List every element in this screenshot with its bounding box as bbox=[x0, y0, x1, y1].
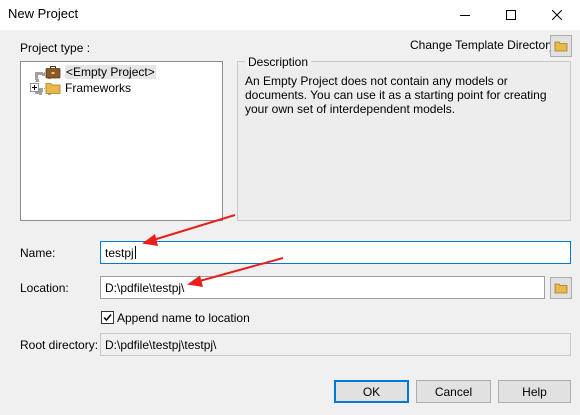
cancel-button-label: Cancel bbox=[434, 384, 473, 399]
folder-icon bbox=[554, 283, 568, 294]
help-button-label: Help bbox=[522, 384, 547, 399]
plus-icon bbox=[32, 85, 37, 90]
root-directory-label: Root directory: bbox=[20, 338, 99, 352]
change-template-directory-button[interactable] bbox=[550, 35, 572, 57]
maximize-icon bbox=[506, 10, 516, 20]
ok-button[interactable]: OK bbox=[334, 380, 409, 403]
minimize-icon bbox=[460, 15, 470, 16]
folder-icon bbox=[554, 41, 568, 52]
tree-item-label: <Empty Project> bbox=[65, 65, 156, 79]
tree-item-label: Frameworks bbox=[65, 81, 132, 95]
append-name-label[interactable]: Append name to location bbox=[117, 311, 250, 325]
root-directory-value: D:\pdfile\testpj\testpj\ bbox=[105, 337, 217, 352]
checkmark-icon bbox=[103, 314, 112, 322]
tree-item-empty-project[interactable]: <Empty Project> bbox=[45, 65, 156, 79]
description-text: An Empty Project does not contain any mo… bbox=[245, 74, 547, 116]
help-button[interactable]: Help bbox=[498, 380, 571, 403]
close-icon bbox=[552, 10, 562, 20]
maximize-button[interactable] bbox=[488, 0, 534, 30]
text-caret bbox=[134, 246, 136, 259]
tree-item-frameworks[interactable]: Frameworks bbox=[45, 81, 131, 95]
location-input[interactable]: D:\pdfile\testpj\ bbox=[100, 276, 545, 299]
name-label: Name: bbox=[20, 246, 56, 260]
cancel-button[interactable]: Cancel bbox=[416, 380, 491, 403]
description-legend: Description bbox=[245, 55, 312, 69]
root-directory-field: D:\pdfile\testpj\testpj\ bbox=[100, 333, 571, 356]
folder-icon bbox=[45, 83, 61, 94]
minimize-button[interactable] bbox=[442, 0, 488, 30]
expand-toggle[interactable] bbox=[30, 83, 39, 92]
change-template-directory-label: Change Template Directory: bbox=[410, 38, 559, 52]
ok-button-label: OK bbox=[362, 384, 381, 399]
project-type-label: Project type : bbox=[20, 41, 91, 55]
briefcase-icon bbox=[45, 66, 61, 79]
append-name-checkbox[interactable] bbox=[101, 311, 114, 324]
location-label: Location: bbox=[20, 281, 69, 295]
name-input-value: testpj bbox=[105, 245, 134, 260]
window-title: New Project bbox=[8, 6, 79, 21]
browse-location-button[interactable] bbox=[550, 277, 572, 299]
location-input-value: D:\pdfile\testpj\ bbox=[105, 280, 185, 295]
project-type-tree[interactable]: <Empty Project> Frameworks bbox=[20, 61, 223, 221]
name-input[interactable]: testpj bbox=[100, 241, 571, 264]
close-button[interactable] bbox=[534, 0, 580, 30]
